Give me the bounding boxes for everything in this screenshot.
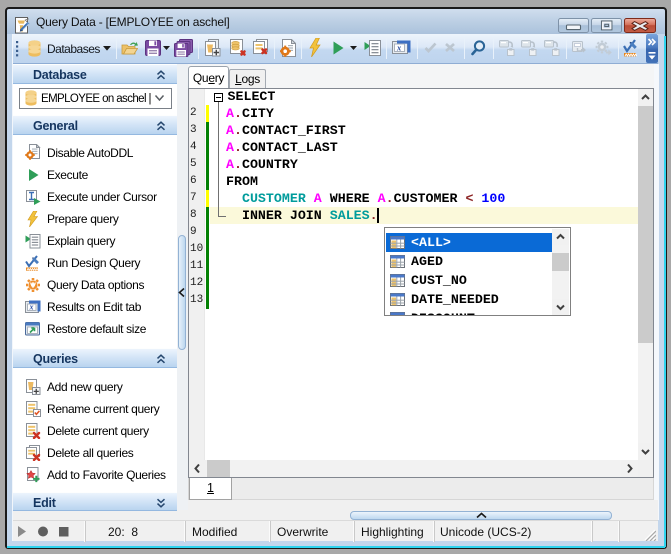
svg-text:x: x (29, 303, 34, 312)
svg-text:x: x (396, 43, 402, 53)
